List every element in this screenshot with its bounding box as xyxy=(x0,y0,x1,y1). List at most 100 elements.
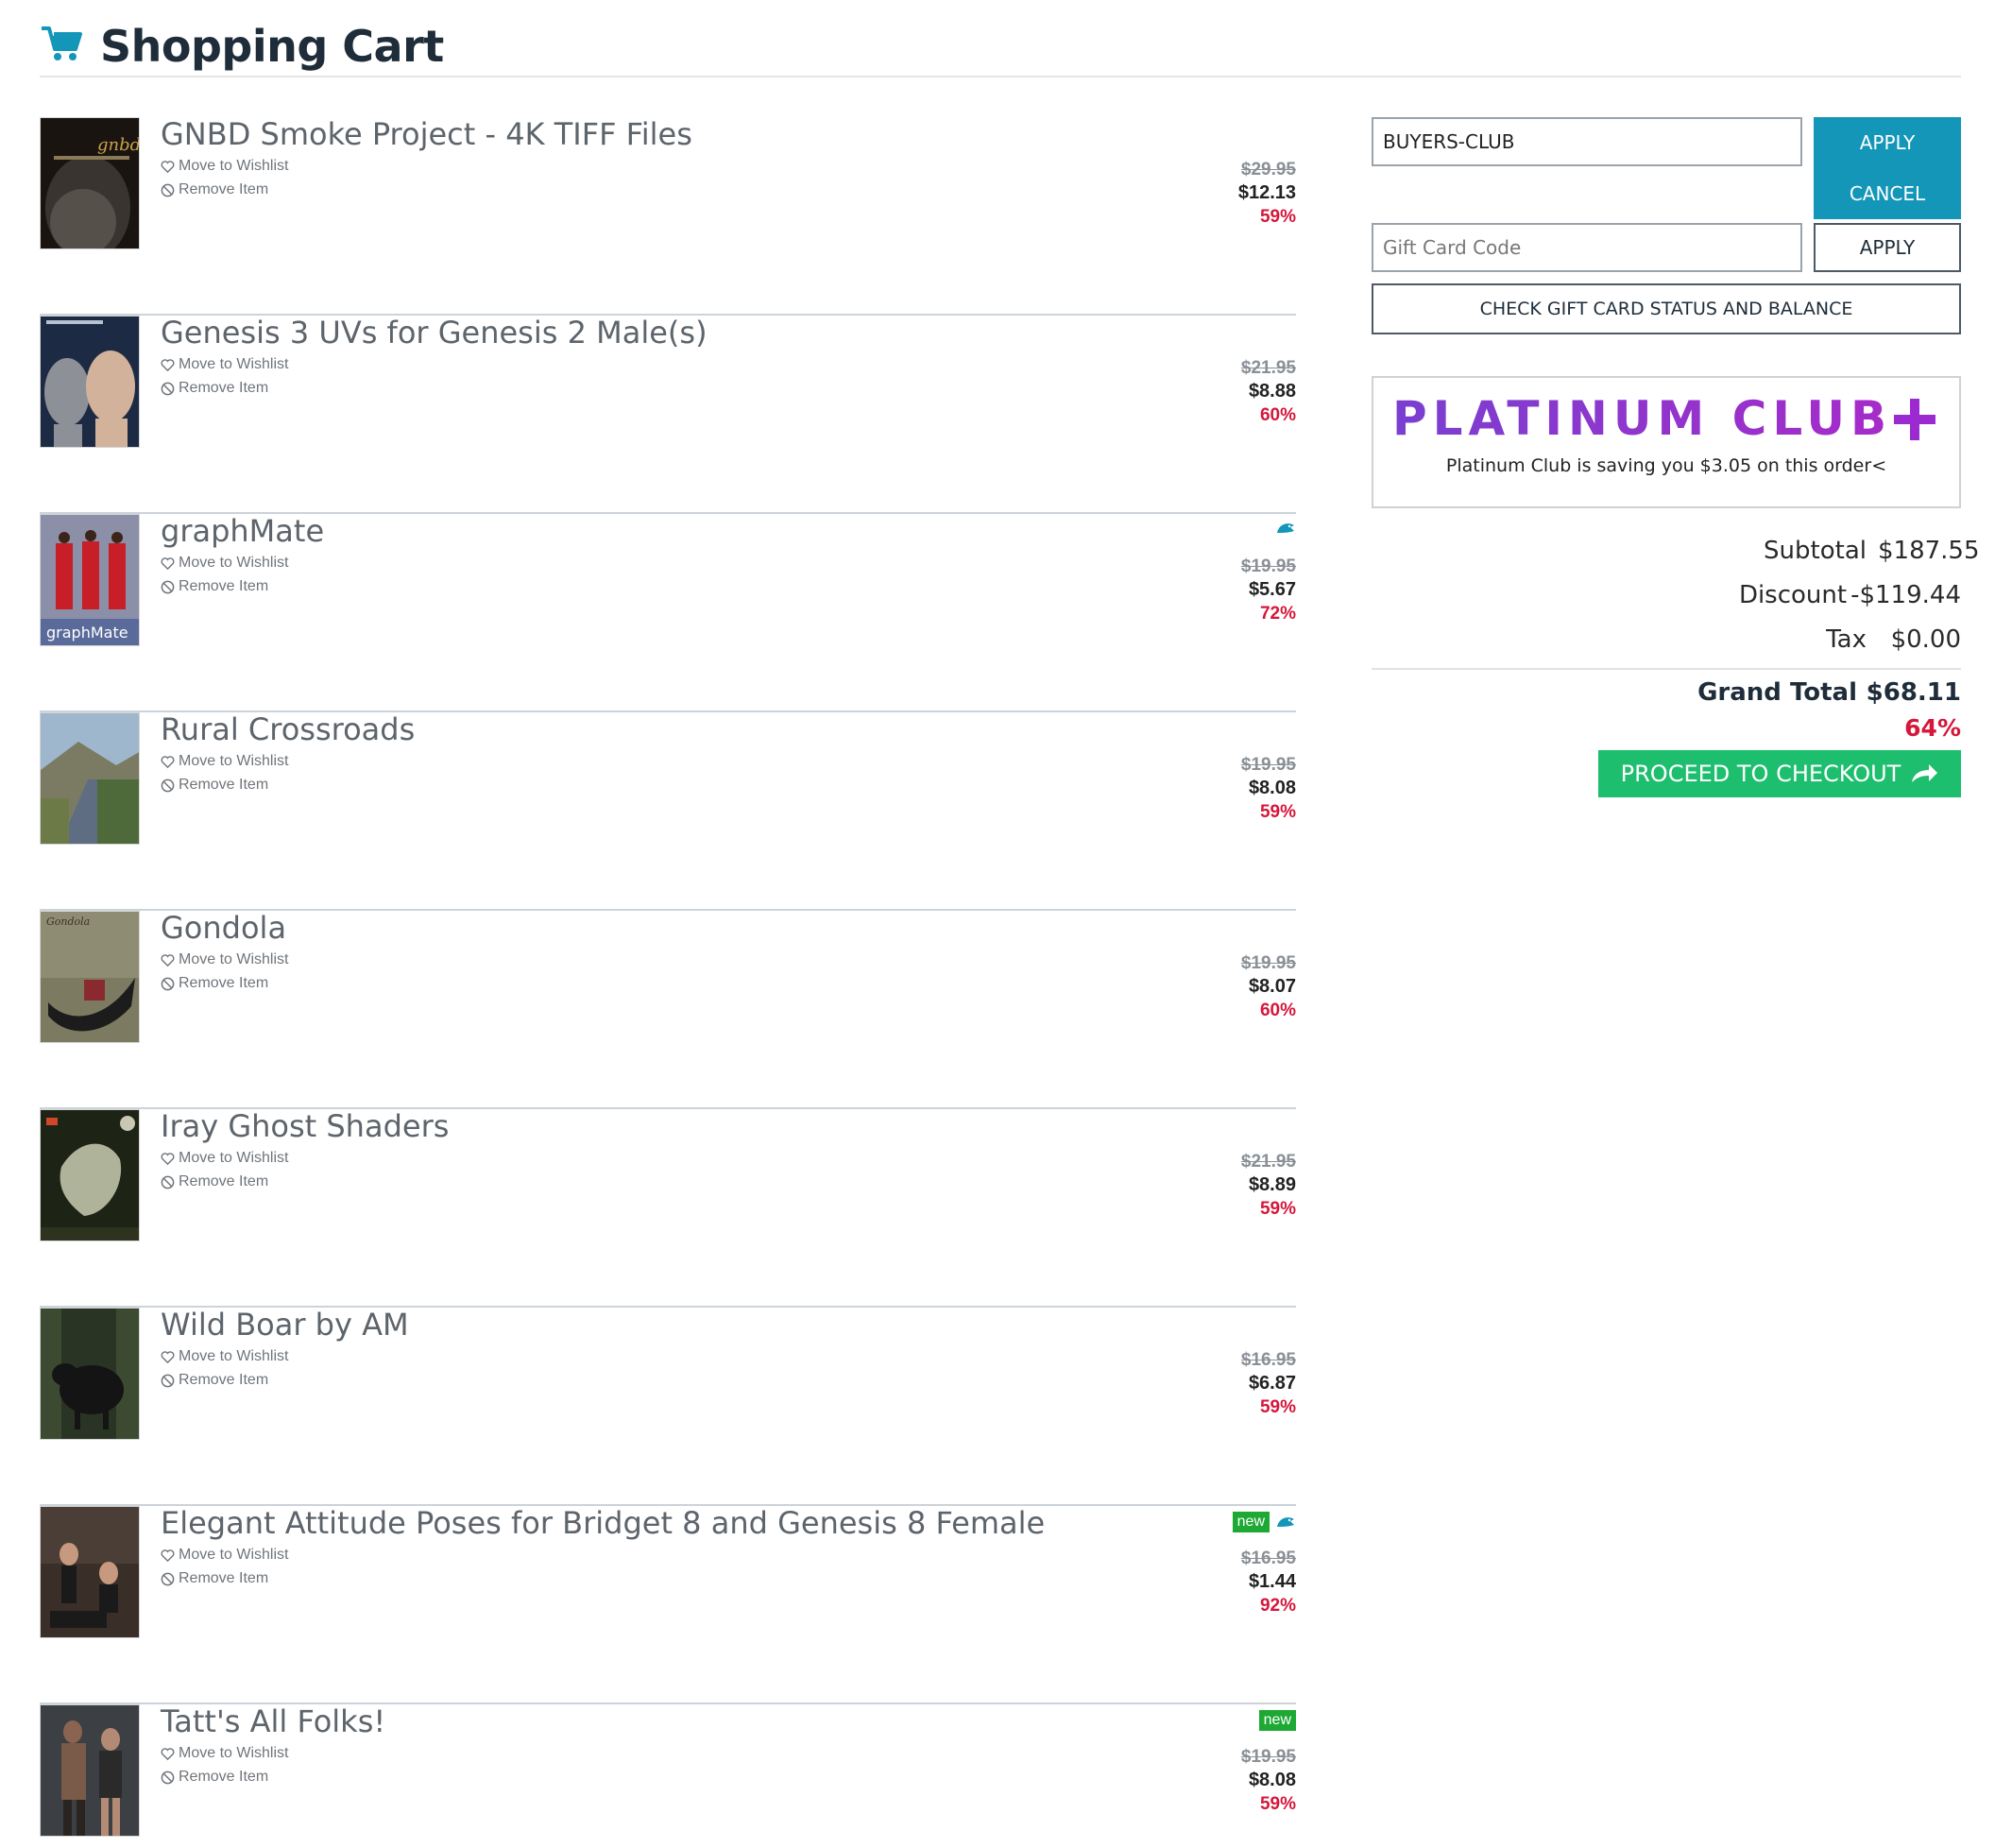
original-price: $19.95 xyxy=(1240,755,1296,775)
original-price: $19.95 xyxy=(1240,953,1296,973)
item-title[interactable]: Gondola xyxy=(161,910,286,946)
item-title[interactable]: Rural Crossroads xyxy=(161,711,415,747)
remove-item-link[interactable]: Remove Item xyxy=(161,975,268,992)
price-block: $16.95 $1.44 92% xyxy=(1183,1547,1296,1617)
ban-icon xyxy=(161,580,175,593)
product-thumbnail[interactable] xyxy=(40,1506,140,1638)
discount-label: Discount xyxy=(1738,581,1848,609)
discount-percent: 60% xyxy=(1259,1001,1296,1020)
share-arrow-icon xyxy=(1912,764,1938,782)
move-to-wishlist-link[interactable]: Move to Wishlist xyxy=(161,1745,288,1762)
heart-icon xyxy=(161,1549,175,1562)
product-thumbnail[interactable]: graphMate xyxy=(40,514,140,646)
original-price: $16.95 xyxy=(1240,1350,1296,1370)
discount-percent: 59% xyxy=(1259,1199,1296,1219)
price-block: $19.95 $5.67 72% xyxy=(1183,555,1296,625)
grand-total-value: $68.11 xyxy=(1866,678,1961,707)
product-thumbnail[interactable] xyxy=(40,1308,140,1440)
product-thumbnail[interactable]: Gondola xyxy=(40,911,140,1043)
svg-text:Gondola: Gondola xyxy=(46,915,90,928)
item-title[interactable]: Wild Boar by AM xyxy=(161,1307,409,1343)
thumbnail-caption: graphMate xyxy=(46,624,128,642)
daz-original-icon xyxy=(1275,520,1296,537)
proceed-to-checkout-button[interactable]: PROCEED TO CHECKOUT xyxy=(1598,750,1961,797)
move-to-wishlist-link[interactable]: Move to Wishlist xyxy=(161,1150,288,1167)
remove-item-link[interactable]: Remove Item xyxy=(161,578,268,595)
product-thumbnail[interactable] xyxy=(40,712,140,845)
move-to-wishlist-link[interactable]: Move to Wishlist xyxy=(161,1547,288,1564)
discount-percent: 60% xyxy=(1259,405,1296,425)
remove-item-link[interactable]: Remove Item xyxy=(161,777,268,794)
heart-icon xyxy=(161,755,175,768)
move-to-wishlist-link[interactable]: Move to Wishlist xyxy=(161,951,288,968)
ban-icon xyxy=(161,779,175,792)
cart-item: graphMate graphMate Move to Wishlist Rem… xyxy=(40,513,1296,712)
discount-percent: 92% xyxy=(1259,1596,1296,1616)
sale-price: $12.13 xyxy=(1237,182,1296,203)
page-title: Shopping Cart xyxy=(100,21,444,72)
move-to-wishlist-link[interactable]: Move to Wishlist xyxy=(161,555,288,572)
move-to-wishlist-link[interactable]: Move to Wishlist xyxy=(161,158,288,175)
cart-item: Gondola Gondola Move to Wishlist Remove … xyxy=(40,910,1296,1109)
item-title[interactable]: Iray Ghost Shaders xyxy=(161,1108,449,1144)
cart-item-list: gnbd GNBD Smoke Project - 4K TIFF Files … xyxy=(40,116,1296,1848)
cancel-coupon-button[interactable]: CANCEL xyxy=(1814,168,1961,219)
gift-card-code-input[interactable]: Gift Card Code xyxy=(1372,223,1802,272)
sale-price: $8.08 xyxy=(1248,1770,1296,1790)
remove-item-link[interactable]: Remove Item xyxy=(161,181,268,198)
product-thumbnail[interactable] xyxy=(40,1704,140,1837)
original-price: $19.95 xyxy=(1240,1747,1296,1767)
item-title[interactable]: GNBD Smoke Project - 4K TIFF Files xyxy=(161,116,692,152)
svg-text:PLATINUM CLUB: PLATINUM CLUB xyxy=(1392,391,1892,444)
platinum-club-logo: PLATINUM CLUB xyxy=(1392,391,1935,444)
apply-coupon-button[interactable]: APPLY xyxy=(1814,117,1961,168)
totals-divider xyxy=(1372,668,1961,670)
shopping-cart-icon xyxy=(40,25,83,62)
subtotal-value: $187.55 xyxy=(1878,537,1980,565)
item-title[interactable]: Elegant Attitude Poses for Bridget 8 and… xyxy=(161,1505,1045,1541)
platinum-club-banner: PLATINUM CLUB Platinum Club is saving yo… xyxy=(1372,376,1961,508)
item-title[interactable]: graphMate xyxy=(161,513,324,549)
discount-row: Discount -$119.44 xyxy=(1739,581,1961,609)
move-to-wishlist-link[interactable]: Move to Wishlist xyxy=(161,753,288,770)
discount-percent: 72% xyxy=(1259,604,1296,624)
price-block: $29.95 $12.13 59% xyxy=(1183,158,1296,229)
cart-item: gnbd GNBD Smoke Project - 4K TIFF Files … xyxy=(40,116,1296,316)
page-header: Shopping Cart xyxy=(40,19,1961,77)
ban-icon xyxy=(161,1175,175,1189)
grand-total-row: Grand Total $68.11 xyxy=(1697,678,1961,707)
sale-price: $8.89 xyxy=(1248,1174,1296,1195)
move-to-wishlist-link[interactable]: Move to Wishlist xyxy=(161,356,288,373)
ban-icon xyxy=(161,382,175,395)
ban-icon xyxy=(161,1572,175,1585)
item-badges: new xyxy=(1258,1710,1296,1731)
apply-gift-card-button[interactable]: APPLY xyxy=(1814,223,1961,272)
sale-price: $8.88 xyxy=(1248,381,1296,402)
ban-icon xyxy=(161,183,175,197)
move-to-wishlist-link[interactable]: Move to Wishlist xyxy=(161,1348,288,1365)
original-price: $19.95 xyxy=(1240,556,1296,576)
coupon-code-input[interactable]: BUYERS-CLUB xyxy=(1372,117,1802,166)
subtotal-row: Subtotal $187.55 xyxy=(1764,537,1980,565)
remove-item-link[interactable]: Remove Item xyxy=(161,380,268,397)
remove-item-link[interactable]: Remove Item xyxy=(161,1173,268,1190)
sale-price: $8.07 xyxy=(1248,976,1296,997)
original-price: $21.95 xyxy=(1240,358,1296,378)
product-thumbnail[interactable]: gnbd xyxy=(40,117,140,249)
product-thumbnail[interactable] xyxy=(40,1109,140,1241)
subtotal-label: Subtotal xyxy=(1764,537,1867,565)
check-gift-card-button[interactable]: CHECK GIFT CARD STATUS AND BALANCE xyxy=(1372,283,1961,334)
original-price: $16.95 xyxy=(1240,1549,1296,1568)
product-thumbnail[interactable] xyxy=(40,316,140,448)
sale-price: $8.08 xyxy=(1248,778,1296,798)
tax-value: $0.00 xyxy=(1890,625,1961,654)
ban-icon xyxy=(161,977,175,990)
remove-item-link[interactable]: Remove Item xyxy=(161,1570,268,1587)
remove-item-link[interactable]: Remove Item xyxy=(161,1372,268,1389)
remove-item-link[interactable]: Remove Item xyxy=(161,1769,268,1786)
item-title[interactable]: Tatt's All Folks! xyxy=(161,1703,385,1739)
item-title[interactable]: Genesis 3 UVs for Genesis 2 Male(s) xyxy=(161,315,708,351)
price-block: $21.95 $8.88 60% xyxy=(1183,356,1296,427)
platinum-savings-text: Platinum Club is saving you $3.05 on thi… xyxy=(1445,455,1887,476)
heart-icon xyxy=(161,1152,175,1165)
